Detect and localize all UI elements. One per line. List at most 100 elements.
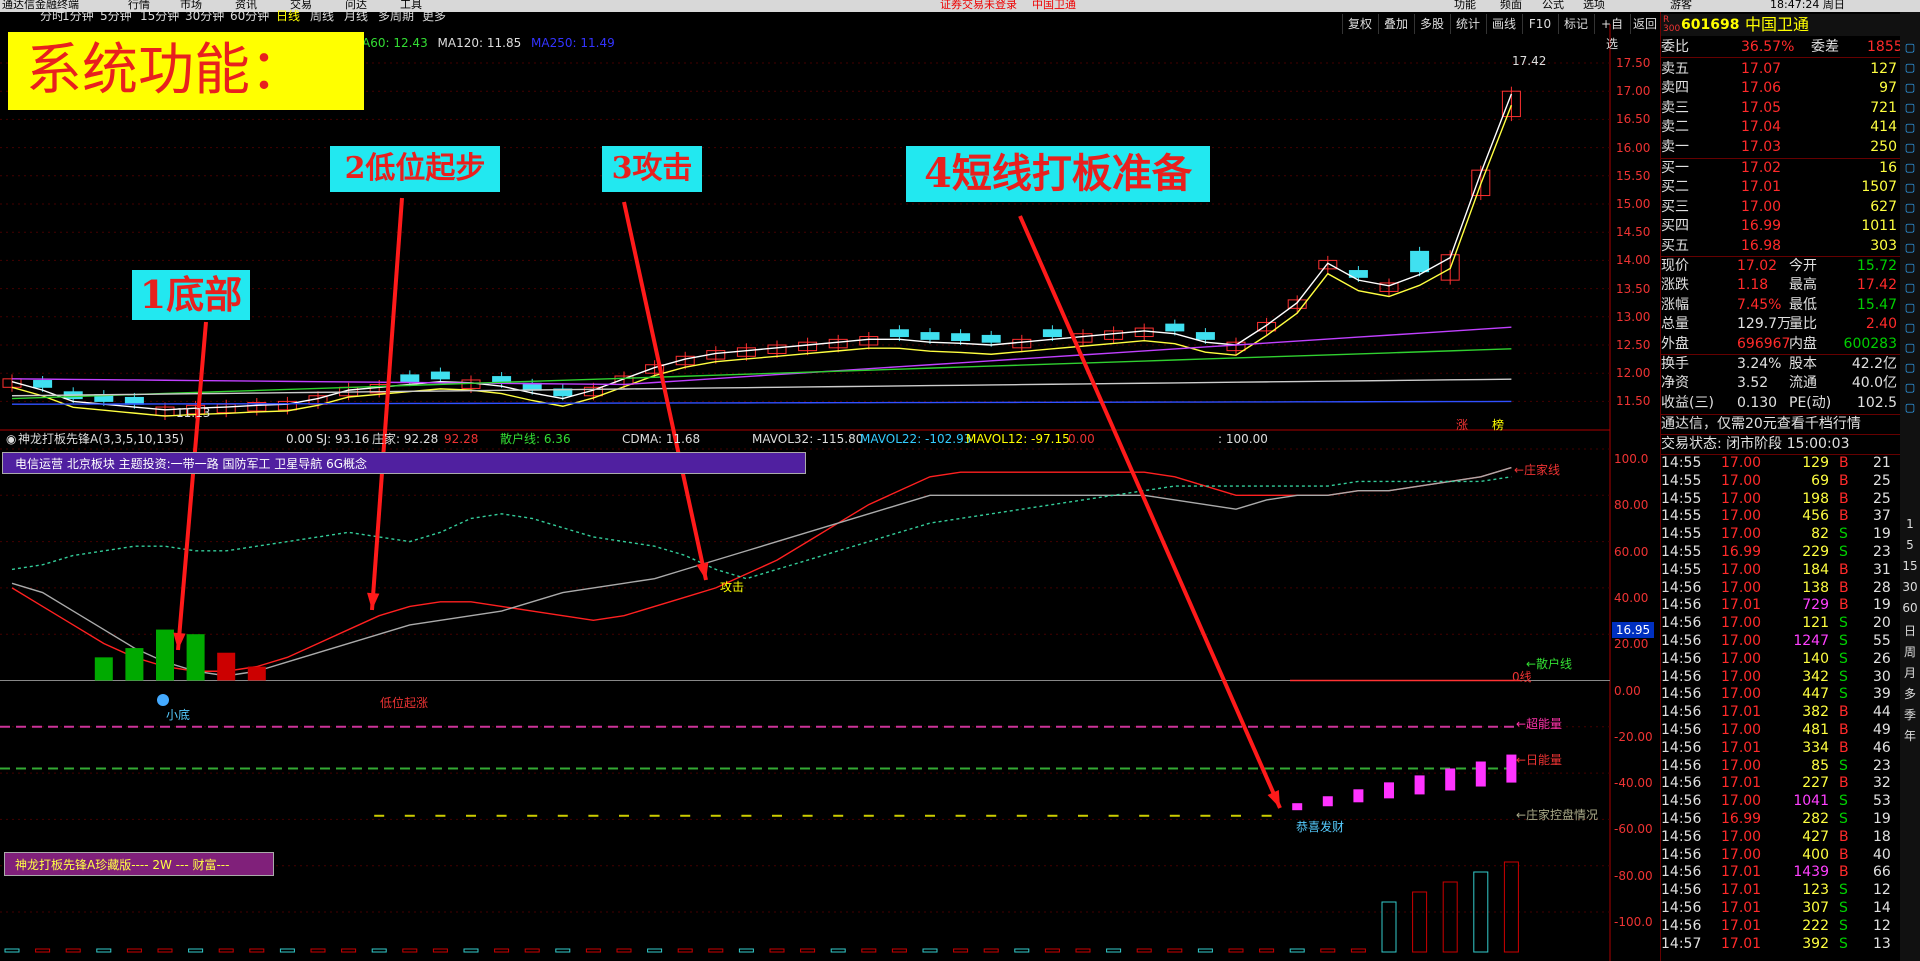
stat-label: 最高 xyxy=(1789,277,1817,294)
button-duogu[interactable]: 多股 xyxy=(1414,14,1449,34)
side-tool-icon[interactable]: ▢ xyxy=(1902,120,1918,136)
side-tool-icon[interactable]: ▢ xyxy=(1902,160,1918,176)
ma10-line xyxy=(11,104,1513,417)
side-period-9[interactable]: 季 xyxy=(1902,706,1918,723)
stock-name: 中国卫通 xyxy=(1745,15,1810,34)
side-tool-icon[interactable]: ▢ xyxy=(1902,240,1918,256)
bottom-indicator-box: 神龙打板先锋A珍藏版---- 2W --- 财富--- xyxy=(4,852,274,876)
stat-value: 129.7万 xyxy=(1737,316,1792,333)
tab-30min[interactable]: 30分钟 xyxy=(185,9,224,23)
side-tool-icon[interactable]: ▢ xyxy=(1902,400,1918,416)
side-period-3[interactable]: 30 xyxy=(1902,580,1918,594)
side-tool-icon[interactable]: ▢ xyxy=(1902,60,1918,76)
trade-row: 14:56 17.00 1247 S 55 xyxy=(1661,633,1901,651)
trade-row: 14:56 17.00 121 S 20 xyxy=(1661,615,1901,633)
bottom-volume-bar xyxy=(983,948,999,953)
side-tool-icon[interactable]: ▢ xyxy=(1902,300,1918,316)
indicator-collapse-icon[interactable]: ◉ xyxy=(6,432,16,446)
trade-time: 14:56 xyxy=(1661,811,1702,827)
side-period-7[interactable]: 月 xyxy=(1902,664,1918,681)
menu-xuanxiang[interactable]: 选项 xyxy=(1583,0,1605,11)
kongpan-bar xyxy=(955,814,966,817)
side-tool-icon[interactable]: ▢ xyxy=(1902,380,1918,396)
side-period-0[interactable]: 1 xyxy=(1902,517,1918,531)
trade-price: 17.00 xyxy=(1721,722,1762,738)
side-tool-icon[interactable]: ▢ xyxy=(1902,100,1918,116)
zhuangjia-line xyxy=(11,466,1512,672)
indicator-name[interactable]: 神龙打板先锋A(3,3,5,10,135) xyxy=(18,432,184,446)
tab-15min[interactable]: 15分钟 xyxy=(140,9,179,23)
trade-time: 14:56 xyxy=(1661,579,1702,596)
fin-label: 净资 xyxy=(1661,375,1689,392)
tab-month[interactable]: 月线 xyxy=(344,9,368,23)
bid-label: 买四 xyxy=(1661,218,1689,235)
side-tool-icon[interactable]: ▢ xyxy=(1902,320,1918,336)
side-tool-icon[interactable]: ▢ xyxy=(1902,80,1918,96)
trade-side: B xyxy=(1839,722,1849,738)
tab-week[interactable]: 周线 xyxy=(310,9,334,23)
tab-more[interactable]: 更多 xyxy=(422,9,446,23)
trade-price: 17.01 xyxy=(1721,935,1762,952)
tab-1min[interactable]: 1分钟 xyxy=(62,9,94,23)
ask-label: 卖三 xyxy=(1661,99,1689,116)
promo-row[interactable]: 通达信，仅需20元查看千档行情 xyxy=(1661,414,1901,434)
current-stock-title: 中国卫通 xyxy=(1032,0,1076,11)
stat-label: 外盘 xyxy=(1661,335,1689,352)
bid-price: 16.98 xyxy=(1741,237,1782,254)
trade-row: 14:56 17.01 307 S 14 xyxy=(1661,900,1901,918)
side-period-10[interactable]: 年 xyxy=(1902,727,1918,744)
bottom-volume-bar xyxy=(585,948,601,953)
side-tool-icon[interactable]: ▢ xyxy=(1902,220,1918,236)
side-period-8[interactable]: 多 xyxy=(1902,685,1918,702)
trade-row: 14:56 17.00 481 B 49 xyxy=(1661,722,1901,740)
ask-volume: 127 xyxy=(1870,61,1897,77)
side-tool-icon[interactable]: ▢ xyxy=(1902,180,1918,196)
indicator-tick: 0.00 xyxy=(1614,683,1641,698)
trade-side: B xyxy=(1839,739,1849,756)
stat-label: 量比 xyxy=(1789,316,1817,333)
side-tool-icon[interactable]: ▢ xyxy=(1902,340,1918,356)
tab-5min[interactable]: 5分钟 xyxy=(100,9,132,23)
side-tool-icon[interactable]: ▢ xyxy=(1902,260,1918,276)
bottom-volume-bar xyxy=(1473,871,1489,953)
side-tool-icon[interactable]: ▢ xyxy=(1902,360,1918,376)
kline-chart-svg[interactable] xyxy=(0,12,1658,961)
chart-area[interactable]: 分时 1分钟 5分钟 15分钟 30分钟 60分钟 日线 周线 月线 多周期 更… xyxy=(0,9,1658,961)
side-tool-icon[interactable]: ▢ xyxy=(1902,40,1918,56)
kongpan-bar xyxy=(1047,814,1058,817)
menu-gongshi[interactable]: 公式 xyxy=(1542,0,1564,11)
side-period-1[interactable]: 5 xyxy=(1902,538,1918,552)
side-tool-icon[interactable]: ▢ xyxy=(1902,280,1918,296)
side-tool-icon[interactable]: ▢ xyxy=(1902,140,1918,156)
button-diejia[interactable]: 叠加 xyxy=(1378,14,1413,34)
kongpan-bar xyxy=(466,814,476,817)
price-tick: 17.00 xyxy=(1616,84,1651,99)
tab-60min[interactable]: 60分钟 xyxy=(230,9,269,23)
ask-price: 17.06 xyxy=(1741,80,1782,97)
button-huaxian[interactable]: 画线 xyxy=(1486,14,1521,34)
ask-label: 卖四 xyxy=(1661,80,1689,97)
ma60-value: 12.43 xyxy=(393,36,428,50)
bid-price: 17.00 xyxy=(1741,198,1782,215)
button-fuquan[interactable]: 复权 xyxy=(1342,14,1377,34)
side-period-4[interactable]: 60 xyxy=(1902,601,1918,615)
menu-gongneng[interactable]: 功能 xyxy=(1454,0,1476,11)
side-period-5[interactable]: 日 xyxy=(1902,622,1918,639)
tab-day[interactable]: 日线 xyxy=(276,9,300,23)
bottom-volume-bar xyxy=(1503,861,1519,953)
button-biaoji[interactable]: 标记 xyxy=(1558,14,1593,34)
side-period-6[interactable]: 周 xyxy=(1902,643,1918,660)
tab-multi[interactable]: 多周期 xyxy=(378,9,414,23)
button-f10[interactable]: F10 xyxy=(1522,14,1557,34)
ask-row: 卖四 17.06 97 xyxy=(1661,79,1901,98)
trade-volume: 129 xyxy=(1802,455,1829,471)
side-tool-icon[interactable]: ▢ xyxy=(1902,200,1918,216)
trade-volume: 1041 xyxy=(1793,793,1829,810)
user-guest[interactable]: 游客 xyxy=(1670,0,1692,11)
menu-banmian[interactable]: 频面 xyxy=(1500,0,1522,11)
bottom-volume-bar xyxy=(677,948,693,953)
fin-value: 0.130 xyxy=(1737,394,1778,411)
side-period-2[interactable]: 15 xyxy=(1902,559,1918,573)
tab-fenshi[interactable]: 分时 xyxy=(40,9,64,23)
button-tongji[interactable]: 统计 xyxy=(1450,14,1485,34)
